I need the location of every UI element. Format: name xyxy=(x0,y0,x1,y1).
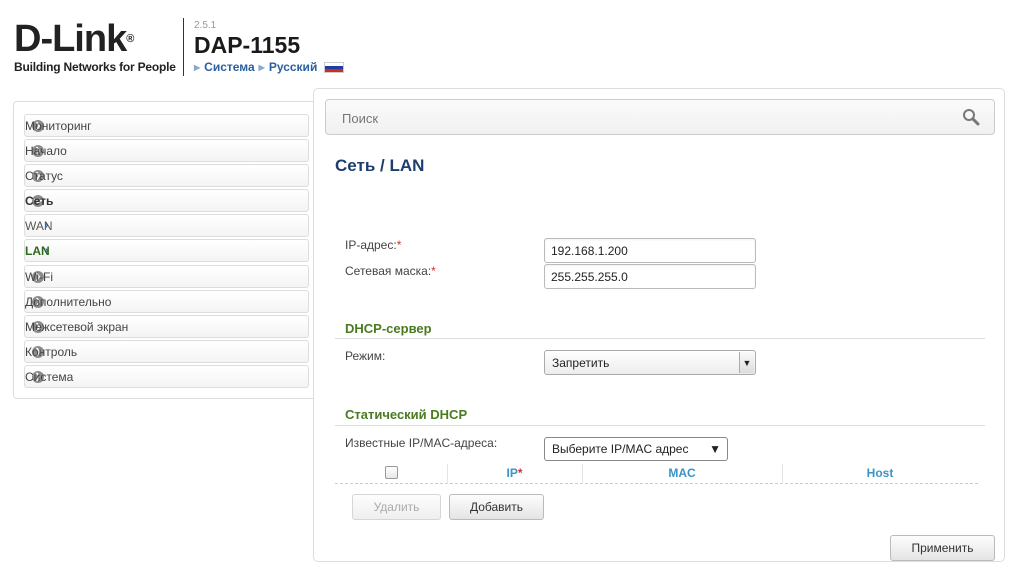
netmask-field[interactable] xyxy=(544,264,756,289)
sidebar-item-label: Дополнительно xyxy=(25,294,112,309)
header-breadcrumb: ▶ Система ▶ Русский xyxy=(194,60,345,74)
dhcp-mode-label: Режим: xyxy=(345,349,386,363)
sidebar-item-monitoring[interactable]: ❯ Мониторинг xyxy=(24,114,309,137)
static-dhcp-heading: Статический DHCP xyxy=(345,407,468,422)
russian-flag-icon[interactable] xyxy=(324,61,345,73)
required-mark: * xyxy=(517,466,523,480)
firmware-version: 2.5.1 xyxy=(194,20,217,31)
add-button[interactable]: Добавить xyxy=(449,494,544,520)
sidebar-item-control[interactable]: ❯ Контроль xyxy=(24,340,309,363)
ip-address-label: IP-адрес:* xyxy=(345,238,401,252)
dhcp-mode-select[interactable]: Запретить ▼ xyxy=(544,350,756,375)
section-divider xyxy=(335,338,985,339)
known-ip-mac-label: Известные IP/MAC-адреса: xyxy=(345,436,498,450)
page-title: Сеть / LAN xyxy=(335,156,425,175)
known-ip-mac-select[interactable]: Выберите IP/MAC адрес ▼ xyxy=(544,437,728,461)
column-header-host[interactable]: Host xyxy=(782,466,978,480)
device-info: 2.5.1 DAP-1155 ▶ Система ▶ Русский xyxy=(194,20,345,74)
search-icon[interactable] xyxy=(962,108,980,126)
select-all-checkbox[interactable] xyxy=(385,466,398,479)
column-header-mac[interactable]: MAC xyxy=(582,466,782,480)
sidebar-item-label: Мониторинг xyxy=(25,118,92,133)
sidebar-item-label: Начало xyxy=(25,143,67,158)
sidebar-item-advanced[interactable]: ❯ Дополнительно xyxy=(24,290,309,313)
delete-button[interactable]: Удалить xyxy=(352,494,441,520)
sidebar-item-lan[interactable]: › LAN xyxy=(24,239,309,262)
sidebar-item-start[interactable]: ❯ Начало xyxy=(24,139,309,162)
sidebar-item-label: WAN xyxy=(25,218,53,233)
column-header-ip-text: IP xyxy=(506,466,518,480)
required-mark: * xyxy=(396,238,402,252)
dropdown-arrow-icon: ▼ xyxy=(739,352,754,373)
sidebar-item-label: Межсетевой экран xyxy=(25,319,129,334)
ip-address-label-text: IP-адрес: xyxy=(345,238,397,252)
dhcp-mode-value: Запретить xyxy=(552,355,610,370)
logo-text: D-Link xyxy=(14,18,127,60)
sidebar-item-status[interactable]: ❯ Статус xyxy=(24,164,309,187)
sidebar-item-label: Сеть xyxy=(25,193,54,208)
main-panel: Сеть / LAN IP-адрес:* Сетевая маска:* DH… xyxy=(313,88,1005,562)
sidebar-item-system[interactable]: ❯ Система xyxy=(24,365,309,388)
netmask-label: Сетевая маска:* xyxy=(345,264,436,278)
language-link[interactable]: Русский xyxy=(269,60,318,74)
sidebar-item-network[interactable]: ❯ Сеть xyxy=(24,189,309,212)
sidebar-item-label: Wi-Fi xyxy=(25,269,53,284)
known-ip-mac-value: Выберите IP/MAC адрес xyxy=(552,442,689,456)
required-mark: * xyxy=(431,264,436,278)
triangle-right-icon: ▶ xyxy=(258,62,265,72)
sidebar-item-firewall[interactable]: ❯ Межсетевой экран xyxy=(24,315,309,338)
dropdown-arrow-icon: ▼ xyxy=(709,442,721,456)
netmask-label-text: Сетевая маска: xyxy=(345,264,432,278)
logo-registered-mark: ® xyxy=(126,33,134,45)
section-divider xyxy=(335,425,985,426)
search-input[interactable] xyxy=(340,110,940,127)
search-bar xyxy=(325,99,995,135)
sidebar-item-label: LAN xyxy=(25,243,50,258)
device-model: DAP-1155 xyxy=(194,32,301,58)
sidebar-item-label: Контроль xyxy=(25,344,78,359)
static-dhcp-table-header: IP* MAC Host xyxy=(335,462,978,484)
sidebar-item-wan[interactable]: › WAN xyxy=(24,214,309,237)
apply-button[interactable]: Применить xyxy=(890,535,995,561)
sidebar-menu: ❯ Мониторинг ❯ Начало ❯ Статус ❯ Сеть › … xyxy=(13,101,319,399)
sidebar-item-wifi[interactable]: ❯ Wi-Fi xyxy=(24,265,309,288)
dlink-logo: D-Link® Building Networks for People xyxy=(14,20,176,74)
dhcp-server-heading: DHCP-сервер xyxy=(345,321,432,336)
header-divider xyxy=(183,18,184,76)
column-header-ip[interactable]: IP* xyxy=(447,466,582,480)
sidebar-item-label: Система xyxy=(25,369,74,384)
ip-address-field[interactable] xyxy=(544,238,756,263)
triangle-right-icon: ▶ xyxy=(194,62,201,72)
sidebar-item-label: Статус xyxy=(25,168,63,183)
logo-tagline: Building Networks for People xyxy=(14,60,176,74)
breadcrumb-system-link[interactable]: Система xyxy=(204,60,255,74)
